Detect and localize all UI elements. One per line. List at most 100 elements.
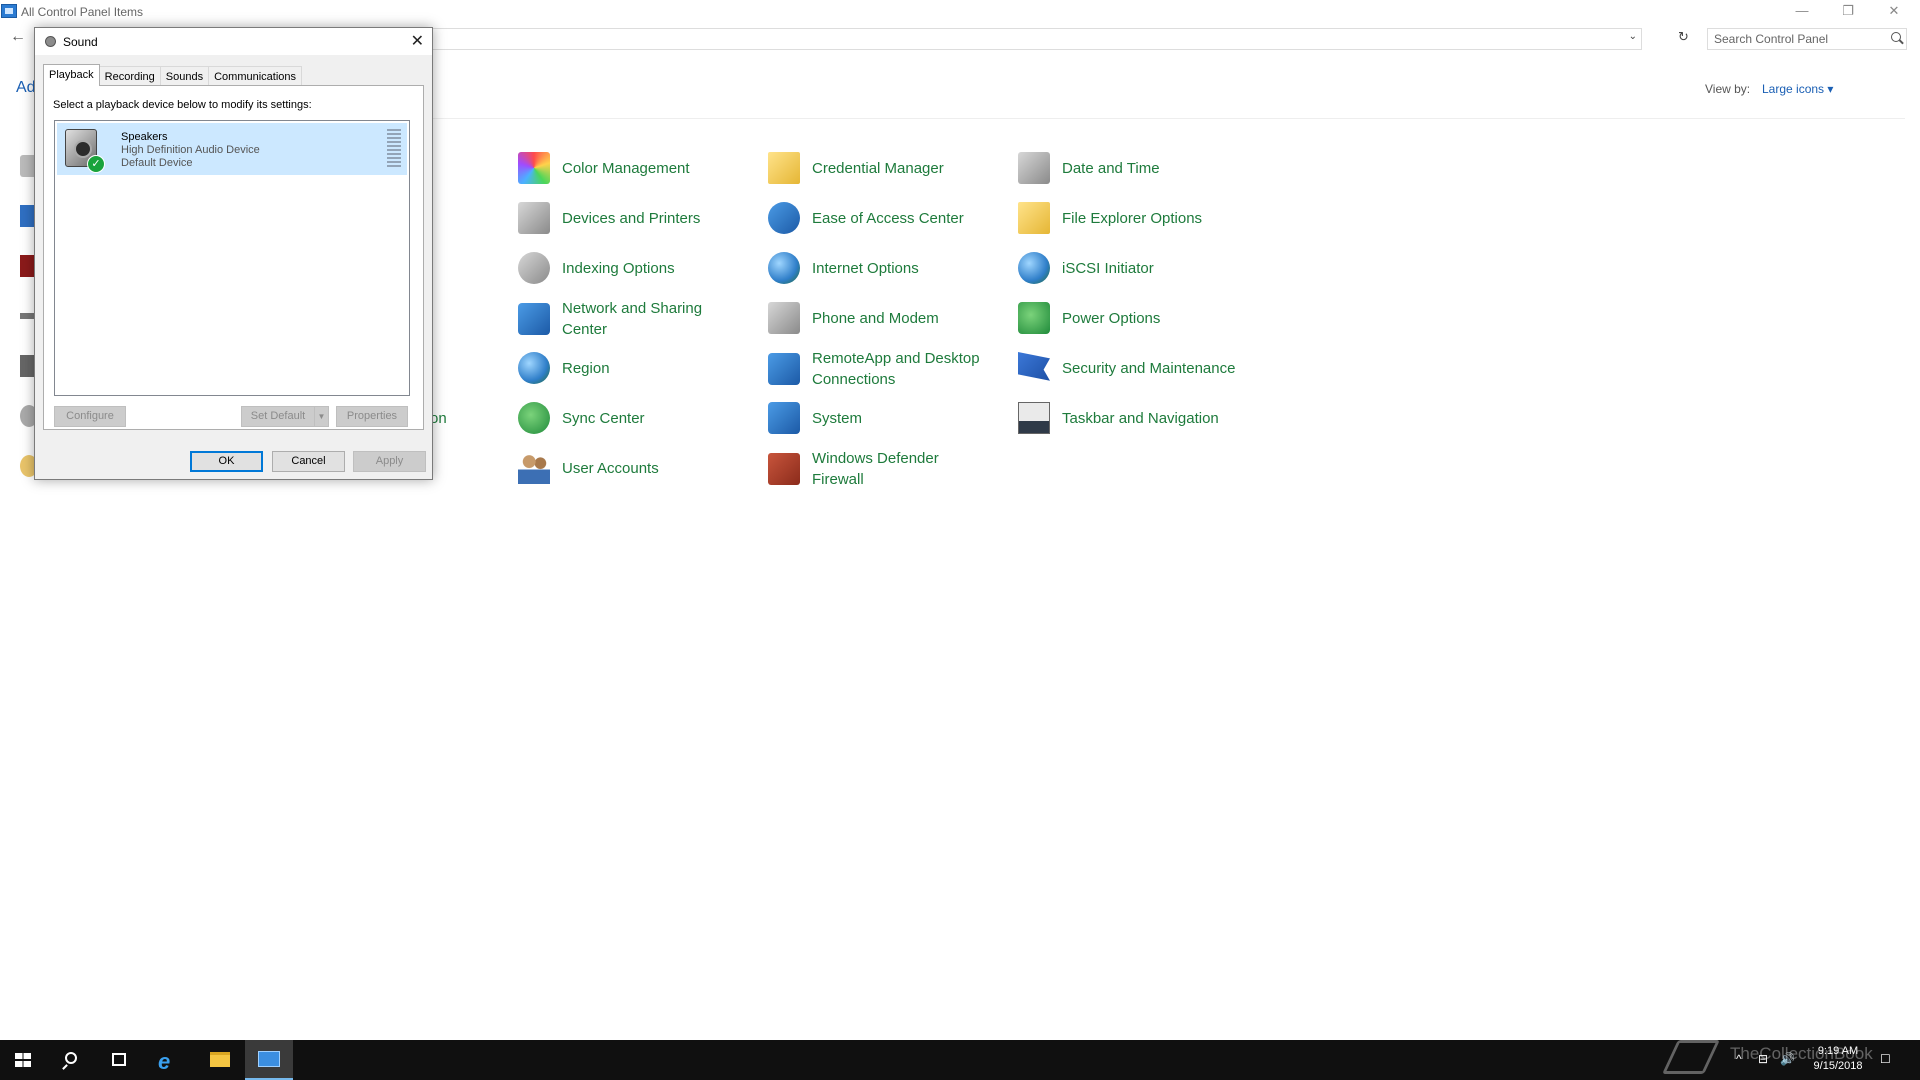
page-title-partial: Ad — [16, 79, 36, 96]
cp-item-label: User Accounts — [562, 459, 659, 477]
cp-item-user-accounts[interactable]: User Accounts — [518, 452, 758, 484]
cp-item-label: File Explorer Options — [1062, 209, 1203, 227]
tab-sounds[interactable]: Sounds — [159, 66, 210, 86]
cp-item-file-explorer-options[interactable]: File Explorer Options — [1018, 202, 1258, 234]
cp-item-label: Region — [562, 359, 610, 377]
cp-item-label: System — [812, 409, 863, 427]
configure-button[interactable]: Configure — [54, 406, 126, 427]
system-icon — [768, 402, 800, 434]
cp-item-date-time[interactable]: Date and Time — [1018, 152, 1258, 184]
iscsi-initiator-icon — [1018, 252, 1050, 284]
devices-printers-icon — [518, 202, 550, 234]
firewall-icon — [768, 453, 800, 485]
address-dropdown-icon[interactable]: ⌄ — [1629, 31, 1637, 42]
file-explorer-icon — [210, 1052, 230, 1067]
network-sharing-icon — [518, 303, 550, 335]
cp-item-label: Devices and Printers — [562, 209, 701, 227]
cp-item-security-maintenance[interactable]: Security and Maintenance — [1018, 352, 1258, 384]
desktop: All Control Panel Items — ❐ ✕ ← ⌄ ↻ Sear… — [0, 0, 1920, 1080]
task-view-button[interactable] — [96, 1040, 144, 1080]
phone-modem-icon — [768, 302, 800, 334]
cp-item-system[interactable]: System — [768, 402, 1008, 434]
window-title: All Control Panel Items — [21, 5, 144, 19]
internet-options-icon — [768, 252, 800, 284]
cp-item-credential-manager[interactable]: Credential Manager — [768, 152, 1008, 184]
default-check-icon: ✓ — [87, 155, 105, 173]
color-management-icon — [518, 152, 550, 184]
sound-dialog: Sound ✕ Playback Recording Sounds Commun… — [34, 27, 433, 480]
volume-level-meter — [387, 129, 401, 169]
device-name: Speakers — [121, 131, 168, 143]
set-default-dropdown-icon[interactable]: ▼ — [314, 407, 328, 426]
cp-item-label: Sync Center — [562, 409, 645, 427]
cp-item-label: Network and Sharing Center — [562, 300, 703, 338]
search-icon[interactable] — [1891, 32, 1901, 42]
restore-button[interactable]: ❐ — [1825, 0, 1871, 22]
cp-item-color-management[interactable]: Color Management — [518, 152, 758, 184]
cp-item-power-options[interactable]: Power Options — [1018, 302, 1258, 334]
cp-item-phone-modem[interactable]: Phone and Modem — [768, 302, 1008, 334]
task-view-icon — [112, 1053, 126, 1066]
device-row-speakers[interactable]: ✓ Speakers High Definition Audio Device … — [57, 123, 407, 175]
cp-item-label: Credential Manager — [812, 159, 944, 177]
refresh-icon[interactable]: ↻ — [1678, 29, 1689, 45]
cp-item-iscsi-initiator[interactable]: iSCSI Initiator — [1018, 252, 1258, 284]
dialog-tabs: Playback Recording Sounds Communications — [43, 64, 303, 86]
cp-item-firewall[interactable]: Windows Defender Firewall — [768, 448, 1008, 490]
cp-item-label: Phone and Modem — [812, 309, 939, 327]
playback-instruction: Select a playback device below to modify… — [53, 99, 312, 111]
cp-item-remoteapp[interactable]: RemoteApp and Desktop Connections — [768, 348, 1008, 390]
set-default-button[interactable]: Set Default ▼ — [241, 406, 329, 427]
cp-item-label: iSCSI Initiator — [1062, 259, 1154, 277]
region-icon — [518, 352, 550, 384]
taskbar-navigation-icon — [1018, 402, 1050, 434]
start-button[interactable] — [0, 1040, 48, 1080]
cp-item-label: Taskbar and Navigation — [1062, 409, 1219, 427]
search-taskbar-icon — [65, 1052, 77, 1064]
view-by-dropdown[interactable]: Large icons — [1762, 82, 1833, 96]
cp-item-sync-center[interactable]: Sync Center — [518, 402, 758, 434]
apply-button[interactable]: Apply — [353, 451, 426, 472]
dialog-close-icon[interactable]: ✕ — [411, 31, 424, 51]
address-bar[interactable]: ⌄ — [430, 28, 1642, 50]
dialog-title: Sound — [63, 35, 98, 49]
sound-dialog-titlebar[interactable]: Sound ✕ — [35, 28, 432, 55]
file-explorer-button[interactable] — [196, 1040, 244, 1080]
control-panel-titlebar: All Control Panel Items — ❐ ✕ — [0, 0, 1920, 24]
user-accounts-icon — [518, 452, 550, 484]
control-panel-taskbar-icon — [258, 1051, 280, 1067]
windows-logo-icon — [15, 1053, 31, 1067]
cp-item-label: RemoteApp and Desktop Connections — [812, 350, 980, 388]
ok-button[interactable]: OK — [190, 451, 263, 472]
cp-item-ease-of-access[interactable]: Ease of Access Center — [768, 202, 1008, 234]
credential-manager-icon — [768, 152, 800, 184]
cp-item-network-sharing[interactable]: Network and Sharing Center — [518, 298, 758, 340]
file-explorer-options-icon — [1018, 202, 1050, 234]
set-default-label: Set Default — [250, 410, 306, 422]
tab-recording[interactable]: Recording — [98, 66, 161, 86]
device-status: Default Device — [121, 157, 193, 169]
search-input[interactable]: Search Control Panel — [1707, 28, 1907, 50]
cp-item-devices-printers[interactable]: Devices and Printers — [518, 202, 758, 234]
cp-item-label: Internet Options — [812, 259, 919, 277]
action-center-icon[interactable]: ☐ — [1880, 1052, 1891, 1066]
internet-explorer-button[interactable]: e — [144, 1040, 192, 1080]
tab-playback[interactable]: Playback — [43, 64, 100, 86]
remoteapp-icon — [768, 353, 800, 385]
minimize-button[interactable]: — — [1779, 0, 1825, 22]
tab-communications[interactable]: Communications — [208, 66, 303, 86]
cancel-button[interactable]: Cancel — [272, 451, 345, 472]
back-arrow-icon[interactable]: ← — [10, 28, 26, 46]
search-button[interactable] — [48, 1040, 96, 1080]
cp-item-region[interactable]: Region — [518, 352, 758, 384]
watermark-text: TheCollectionBook — [1730, 1044, 1873, 1063]
close-window-button[interactable]: ✕ — [1871, 0, 1917, 22]
properties-button[interactable]: Properties — [336, 406, 408, 427]
cp-item-indexing-options[interactable]: Indexing Options — [518, 252, 758, 284]
cp-item-internet-options[interactable]: Internet Options — [768, 252, 1008, 284]
ease-of-access-icon — [768, 202, 800, 234]
device-description: High Definition Audio Device — [121, 144, 260, 156]
cp-item-taskbar-navigation[interactable]: Taskbar and Navigation — [1018, 402, 1258, 434]
playback-device-list[interactable]: ✓ Speakers High Definition Audio Device … — [54, 120, 410, 396]
control-panel-taskbar-button[interactable] — [245, 1040, 293, 1080]
